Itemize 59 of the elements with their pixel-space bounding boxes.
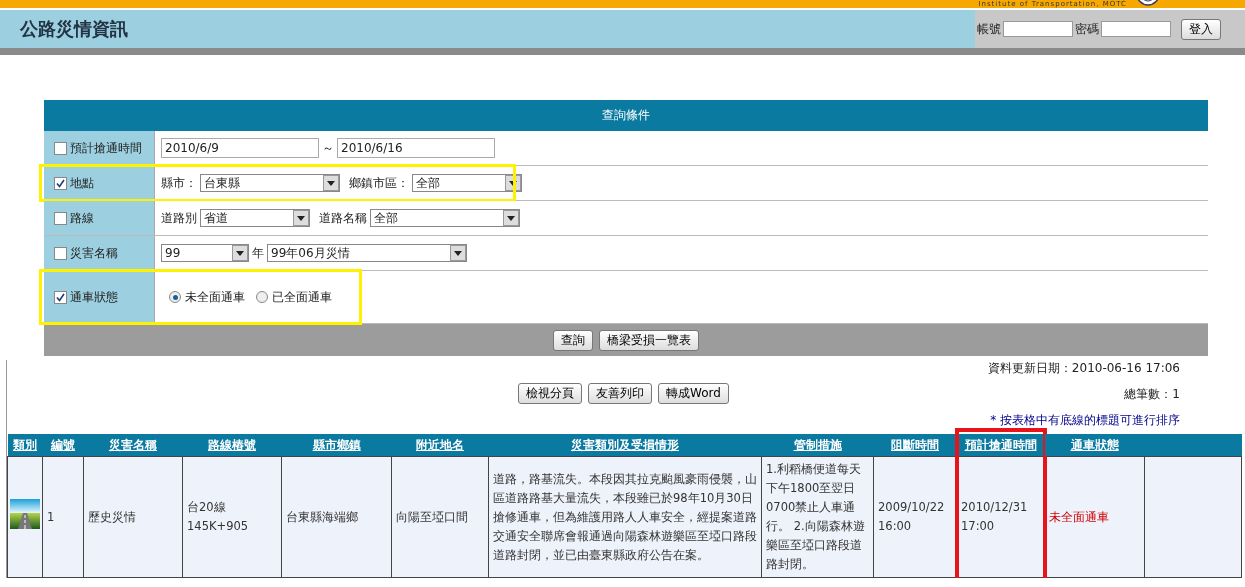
action-button[interactable]: 轉成Word bbox=[658, 383, 729, 404]
dropdown[interactable]: 台東縣 bbox=[200, 174, 340, 192]
filter-label: 路線 bbox=[70, 209, 94, 227]
table-cell: 2010/12/31 17:00 bbox=[961, 500, 1028, 533]
action-button[interactable]: 橋梁受損一覽表 bbox=[599, 329, 699, 351]
caret-icon bbox=[450, 245, 466, 261]
caret-icon bbox=[323, 175, 339, 191]
table-cell: 2009/10/22 16:00 bbox=[878, 500, 945, 533]
table-cell: 1 bbox=[47, 509, 55, 524]
field-label: 鄉鎮市區： bbox=[349, 174, 409, 192]
caret-icon bbox=[232, 245, 248, 261]
record-count: 總筆數：1 bbox=[1123, 386, 1181, 403]
password-label: 密碼 bbox=[1075, 20, 1099, 38]
radio-option[interactable]: 已全面通車 bbox=[256, 288, 332, 306]
date-field[interactable]: 2010/6/9 bbox=[161, 138, 319, 158]
road-icon bbox=[10, 499, 40, 529]
table-cell: 歷史災情 bbox=[88, 509, 136, 524]
dropdown[interactable]: 全部 bbox=[412, 174, 522, 192]
password-field[interactable] bbox=[1101, 21, 1171, 37]
sort-hint: * 按表格中有底線的標題可進行排序 bbox=[989, 412, 1181, 429]
date-field[interactable]: 2010/6/16 bbox=[337, 138, 495, 158]
radio-option[interactable]: 未全面通車 bbox=[169, 288, 245, 306]
dropdown[interactable]: 99年06月災情 bbox=[267, 244, 467, 262]
login-button[interactable]: 登入 bbox=[1181, 18, 1221, 40]
range-separator: ～ bbox=[322, 139, 334, 157]
panel-title: 查詢條件 bbox=[44, 100, 1208, 131]
table-cell: 台東縣海端鄉 bbox=[286, 509, 358, 524]
filter-label: 通車狀態 bbox=[70, 288, 118, 306]
filter-label: 災害名稱 bbox=[70, 244, 118, 262]
field-label: 道路別 bbox=[161, 209, 197, 227]
dropdown[interactable]: 省道 bbox=[200, 209, 310, 227]
action-button[interactable]: 查詢 bbox=[553, 329, 593, 351]
radio-button[interactable] bbox=[169, 291, 181, 303]
field-label: 縣市： bbox=[161, 174, 197, 192]
caret-icon bbox=[293, 210, 309, 226]
update-date: 資料更新日期：2010-06-16 17:06 bbox=[986, 360, 1181, 377]
checkbox[interactable] bbox=[54, 246, 67, 260]
dropdown[interactable]: 99 bbox=[161, 244, 249, 262]
field-label: 道路名稱 bbox=[319, 209, 367, 227]
table-cell: 道路，路基流失。本段因其拉克颱風豪雨侵襲，山區道路路基大量流失，本段雖已於98年10月30日搶修通車，但為維護用路人人車安全，經提案道路交通安全聯席會報通過向陽森林遊樂區至埡口路段道路封閉，並已由臺東縣政府公告在案。 bbox=[493, 471, 757, 562]
checkbox[interactable] bbox=[54, 211, 67, 225]
caret-icon bbox=[503, 210, 519, 226]
site-title: 公路災情資訊 bbox=[0, 10, 975, 48]
account-field[interactable] bbox=[1003, 21, 1073, 37]
action-button[interactable]: 友善列印 bbox=[588, 383, 653, 404]
checkbox[interactable] bbox=[54, 141, 67, 155]
account-label: 帳號 bbox=[977, 20, 1001, 38]
table-cell: 向陽至埡口間 bbox=[396, 509, 468, 524]
table-cell: 台20線 145K+905 bbox=[187, 500, 249, 533]
dropdown[interactable]: 全部 bbox=[370, 209, 520, 227]
table-cell: 1.利稻橋便道每天下午1800至翌日0700禁止人車通行。 2.向陽森林遊樂區至埡口路段道路封閉。 bbox=[766, 462, 865, 571]
checkbox[interactable] bbox=[54, 290, 67, 304]
filter-label: 預計搶通時間 bbox=[70, 139, 142, 157]
field-label: 年 bbox=[252, 244, 264, 262]
status-text: 未全面通車 bbox=[1049, 509, 1109, 524]
action-button[interactable]: 檢視分頁 bbox=[518, 383, 583, 404]
filter-label: 地點 bbox=[70, 174, 94, 192]
radio-button[interactable] bbox=[256, 291, 268, 303]
checkbox[interactable] bbox=[54, 176, 67, 190]
